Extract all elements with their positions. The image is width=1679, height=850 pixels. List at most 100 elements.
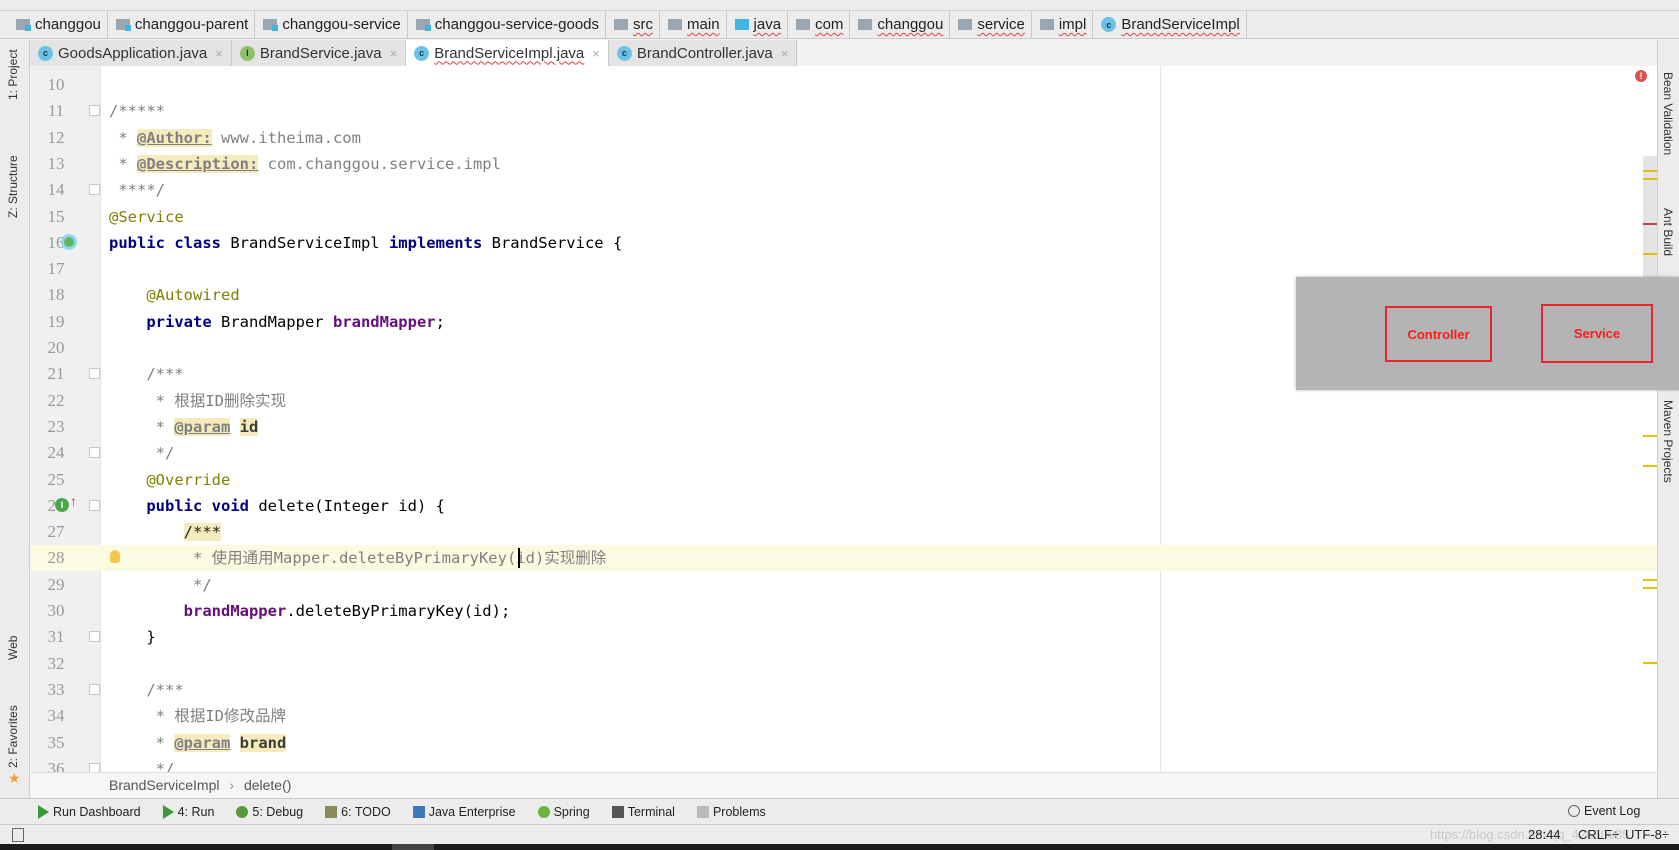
code-line[interactable]: 28 * 使用通用Mapper.deleteByPrimaryKey(id)实现…	[31, 545, 1657, 572]
nav-crumb[interactable]: com	[794, 10, 851, 39]
line-number[interactable]: 19	[31, 309, 81, 335]
code-line[interactable]: 31 }	[31, 624, 1657, 650]
tab-goodsapplication-java[interactable]: c GoodsApplication.java ×	[30, 40, 232, 66]
line-number[interactable]: 29	[31, 572, 81, 598]
lightbulb-icon[interactable]	[110, 550, 120, 564]
line-number[interactable]: 15	[31, 204, 81, 230]
tool-structure[interactable]: Z: Structure	[6, 155, 20, 218]
tool-window-java-enterprise[interactable]: Java Enterprise	[412, 805, 516, 819]
tool-window-problems[interactable]: Problems	[696, 805, 766, 819]
line-number[interactable]: 13	[31, 151, 81, 177]
tool-ant-build[interactable]: Ant Build	[1661, 208, 1675, 256]
line-number[interactable]: 23	[31, 414, 81, 440]
tool-bean-validation[interactable]: Bean Validation	[1661, 72, 1675, 155]
code-line[interactable]: 10	[31, 72, 1657, 98]
code-line[interactable]: 35 * @param brand	[31, 730, 1657, 756]
error-marker[interactable]	[1643, 223, 1657, 225]
nav-crumb[interactable]: changgou	[14, 10, 108, 39]
code-line[interactable]: 12 * @Author: www.itheima.com	[31, 125, 1657, 151]
code-line[interactable]: 23 * @param id	[31, 414, 1657, 440]
line-number[interactable]: 22	[31, 388, 81, 414]
code-line[interactable]: 33 /***	[31, 677, 1657, 703]
code-line[interactable]: 25 @Override	[31, 467, 1657, 493]
nav-crumb[interactable]: impl	[1038, 10, 1094, 39]
nav-crumb[interactable]: changgou-parent	[114, 10, 256, 39]
warning-marker[interactable]	[1643, 662, 1657, 664]
code-line[interactable]: 30 brandMapper.deleteByPrimaryKey(id);	[31, 598, 1657, 624]
line-number[interactable]: 24	[31, 440, 81, 466]
breadcrumb-method[interactable]: delete()	[244, 777, 291, 793]
fold-marker-icon[interactable]	[89, 683, 100, 695]
error-indicator-icon[interactable]: !	[1635, 70, 1647, 82]
tool-windows-toggle-icon[interactable]	[12, 828, 24, 842]
nav-crumb[interactable]: src	[612, 10, 661, 39]
tool-window-run-dashboard[interactable]: Run Dashboard	[38, 804, 141, 819]
fold-marker-icon[interactable]	[89, 105, 100, 117]
fold-marker-icon[interactable]	[89, 368, 100, 380]
fold-marker-icon[interactable]	[89, 631, 100, 643]
nav-crumb[interactable]: changgou	[856, 10, 951, 39]
tool-window-6-todo[interactable]: 6: TODO	[325, 805, 391, 819]
code-line[interactable]: 15 @Service	[31, 204, 1657, 230]
spring-bean-gutter-icon[interactable]	[61, 233, 77, 250]
warning-marker[interactable]	[1643, 579, 1657, 581]
warning-marker[interactable]	[1643, 178, 1657, 180]
line-number[interactable]: 14	[31, 177, 81, 203]
implements-method-gutter-icon[interactable]: I	[55, 497, 69, 512]
line-number[interactable]: 11	[31, 98, 81, 124]
event-log-button[interactable]: Event Log	[1568, 798, 1640, 824]
line-number[interactable]: 28	[31, 545, 81, 571]
close-icon[interactable]: ×	[215, 46, 223, 61]
caret-position[interactable]: 28:44	[1528, 827, 1561, 842]
line-number[interactable]: 33	[31, 677, 81, 703]
code-line[interactable]: 24 */	[31, 440, 1657, 466]
line-number[interactable]: 25	[31, 467, 81, 493]
nav-crumb[interactable]: java	[733, 10, 789, 39]
line-number[interactable]: 27	[31, 519, 81, 545]
file-encoding[interactable]: UTF-8÷	[1625, 827, 1669, 842]
line-separator[interactable]: CRLF÷	[1578, 827, 1619, 842]
warning-marker[interactable]	[1643, 253, 1657, 255]
fold-marker-icon[interactable]	[89, 762, 100, 772]
close-icon[interactable]: ×	[390, 46, 398, 61]
tool-web[interactable]: Web	[6, 636, 20, 660]
code-line[interactable]: 26 public void delete(Integer id) {I↑	[31, 493, 1657, 519]
line-number[interactable]: 31	[31, 624, 81, 650]
nav-crumb[interactable]: service	[956, 10, 1032, 39]
code-line[interactable]: 14 ****/	[31, 177, 1657, 203]
fold-marker-icon[interactable]	[89, 447, 100, 459]
line-number[interactable]: 35	[31, 730, 81, 756]
line-number[interactable]: 34	[31, 703, 81, 729]
nav-crumb[interactable]: changgou-service	[261, 10, 408, 39]
close-icon[interactable]: ×	[592, 46, 600, 61]
tool-project[interactable]: 1: Project	[6, 49, 20, 100]
line-number[interactable]: 36	[31, 756, 81, 772]
line-number[interactable]: 12	[31, 125, 81, 151]
line-number[interactable]: 17	[31, 256, 81, 282]
fold-marker-icon[interactable]	[89, 499, 100, 511]
tool-window-4-run[interactable]: 4: Run	[162, 804, 214, 819]
code-line[interactable]: 36 */	[31, 756, 1657, 772]
tab-brandserviceimpl-java[interactable]: c BrandServiceImpl.java ×	[406, 40, 609, 66]
tool-favorites[interactable]: 2: Favorites	[6, 705, 20, 768]
tool-window-spring[interactable]: Spring	[537, 805, 590, 819]
code-line[interactable]: 32	[31, 651, 1657, 677]
warning-marker[interactable]	[1643, 587, 1657, 589]
tab-brandservice-java[interactable]: I BrandService.java ×	[231, 40, 407, 66]
code-line[interactable]: 13 * @Description: com.changgou.service.…	[31, 151, 1657, 177]
warning-marker[interactable]	[1643, 465, 1657, 467]
tool-window-5-debug[interactable]: 5: Debug	[236, 805, 303, 819]
line-number[interactable]: 20	[31, 335, 81, 361]
code-line[interactable]: 16 public class BrandServiceImpl implemen…	[31, 230, 1657, 256]
tool-window-terminal[interactable]: Terminal	[611, 805, 675, 819]
code-line[interactable]: 22 * 根据ID删除实现	[31, 388, 1657, 414]
nav-crumb[interactable]: c BrandServiceImpl	[1099, 10, 1247, 39]
code-line[interactable]: 27 /***	[31, 519, 1657, 545]
line-number[interactable]: 18	[31, 282, 81, 308]
tool-maven-projects[interactable]: Maven Projects	[1661, 400, 1675, 483]
fold-marker-icon[interactable]	[89, 184, 100, 196]
code-editor[interactable]: 10 11/***** 12 * @Author: www.itheima.com 1…	[31, 66, 1657, 772]
line-number[interactable]: 32	[31, 651, 81, 677]
line-number[interactable]: 10	[31, 72, 81, 98]
breadcrumb-class[interactable]: BrandServiceImpl	[109, 777, 220, 793]
